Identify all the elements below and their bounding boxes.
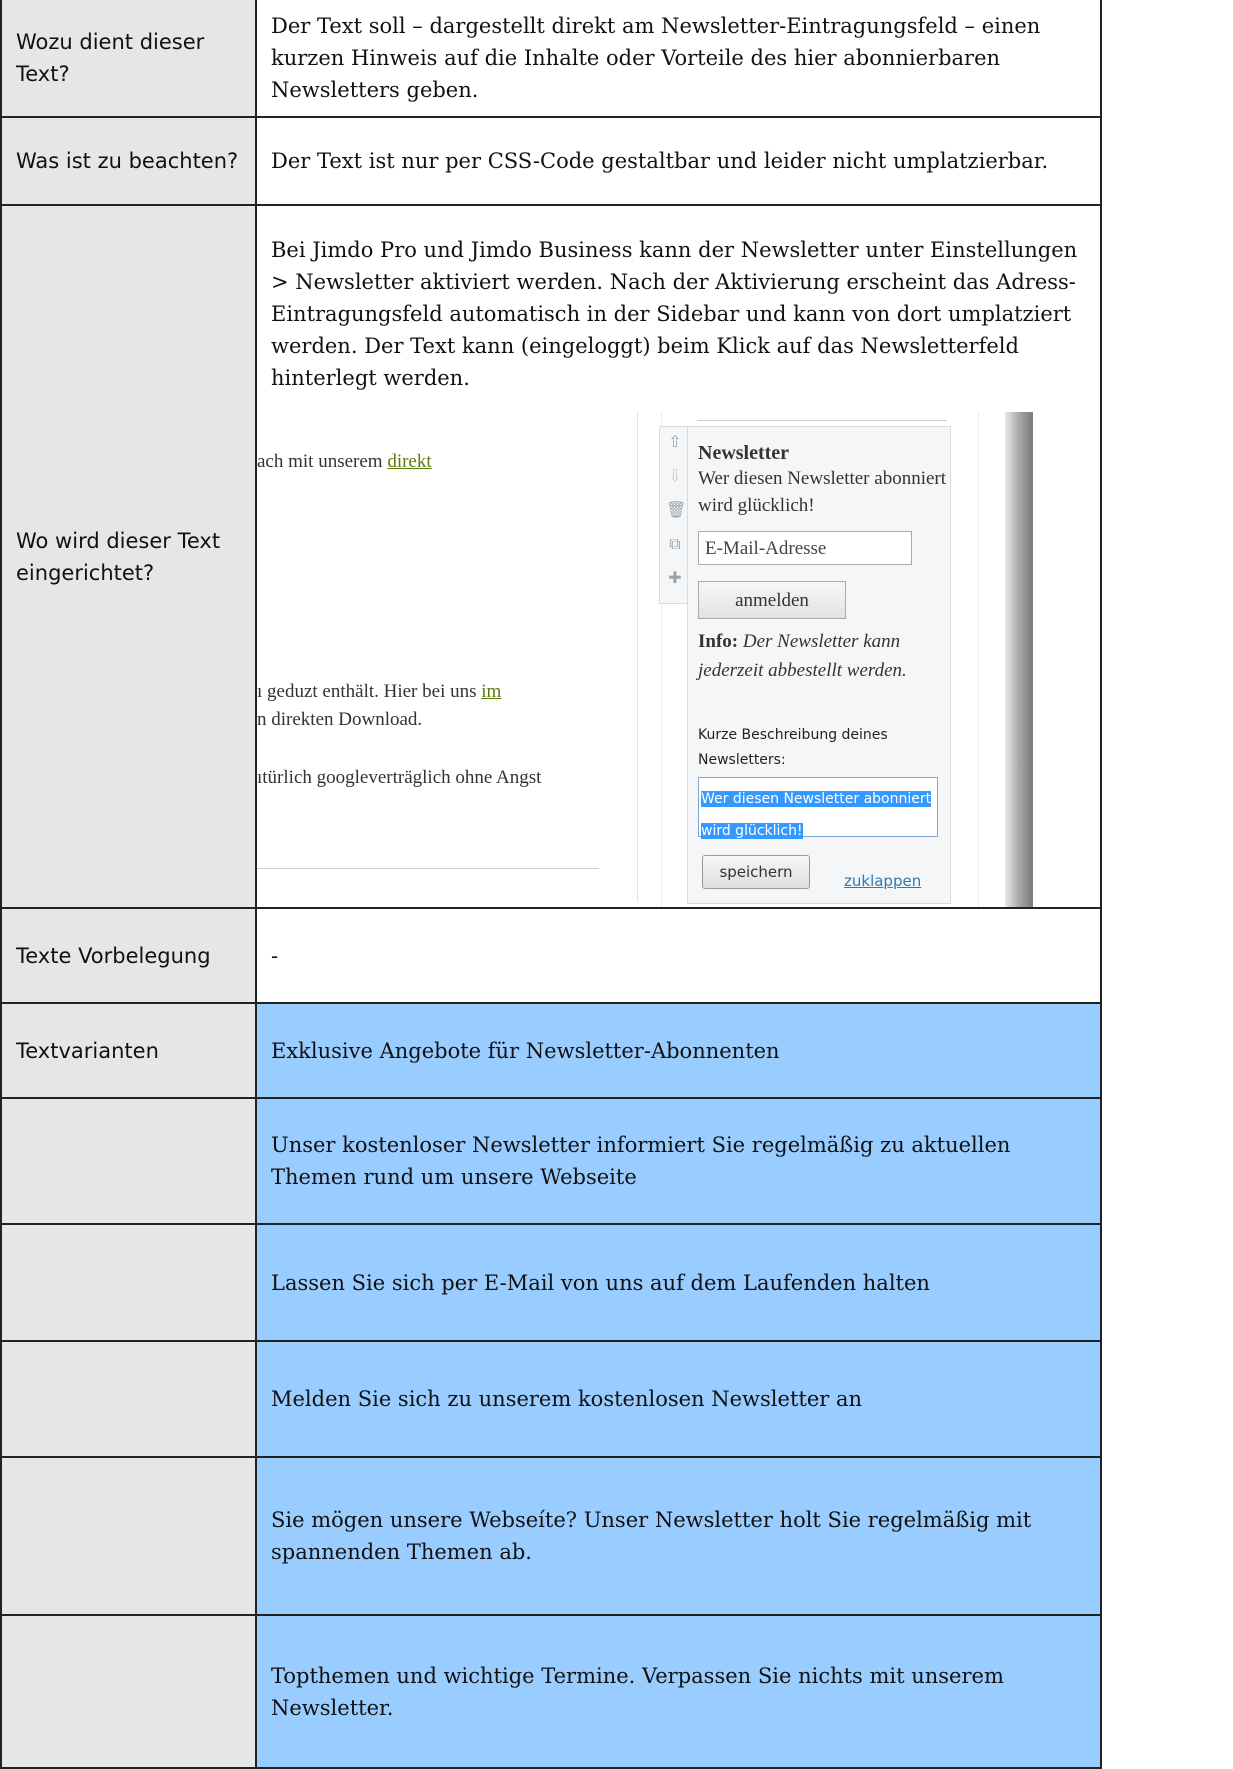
- row-value: Sie mögen unsere Webseíte? Unser Newslet…: [255, 1456, 1102, 1616]
- row-value-with-screenshot: Bei Jimdo Pro und Jimdo Business kann de…: [255, 204, 1102, 909]
- subscribe-button[interactable]: anmelden: [698, 581, 846, 619]
- row-value: Unser kostenloser Newsletter informiert …: [255, 1097, 1102, 1225]
- window-edge-shadow: [1005, 412, 1033, 906]
- info-table: Wozu dient dieser Text? Der Text soll – …: [0, 0, 1102, 1769]
- row-value: Der Text soll – dargestellt direkt am Ne…: [255, 0, 1102, 118]
- table-row: Textvarianten Exklusive Angebote für New…: [0, 1002, 1102, 1099]
- table-row: Was ist zu beachten? Der Text ist nur pe…: [0, 116, 1102, 206]
- short-description-textarea[interactable]: Wer diesen Newsletter abonniert wird glü…: [698, 777, 938, 839]
- table-row: Melden Sie sich zu unserem kostenlosen N…: [0, 1340, 1102, 1458]
- collapse-link[interactable]: zuklappen: [844, 865, 921, 897]
- page-content-area: ach mit unserem direkt ı geduzt enthält.…: [257, 412, 638, 902]
- table-row: Texte Vorbelegung -: [0, 907, 1102, 1004]
- row-value: Melden Sie sich zu unserem kostenlosen N…: [255, 1340, 1102, 1458]
- row-value: Topthemen und wichtige Termine. Verpasse…: [255, 1614, 1102, 1769]
- page-text-line: ach mit unserem direkt: [257, 450, 432, 474]
- row-label: [0, 1614, 257, 1769]
- table-row: Sie mögen unsere Webseíte? Unser Newslet…: [0, 1456, 1102, 1616]
- divider: [697, 420, 947, 421]
- row-label: [0, 1223, 257, 1342]
- page-text: ı geduzt enthält. Hier bei uns: [257, 681, 482, 702]
- info-text: Info: Der Newsletter kann jederzeit abbe…: [698, 627, 948, 685]
- row-label: [0, 1340, 257, 1458]
- arrow-up-icon[interactable]: ⇧: [666, 433, 684, 451]
- page-text-line: n direkten Download.: [257, 709, 423, 730]
- row-label: Wozu dient dieser Text?: [0, 0, 257, 118]
- divider: [258, 868, 599, 869]
- row-label: Textvarianten: [0, 1002, 257, 1099]
- row-value: -: [255, 907, 1102, 1004]
- table-row: Lassen Sie sich per E-Mail von uns auf d…: [0, 1223, 1102, 1342]
- email-input[interactable]: E-Mail-Adresse: [698, 531, 912, 565]
- page-text-line: ı geduzt enthält. Hier bei uns im: [257, 680, 501, 704]
- row-value: Der Text ist nur per CSS-Code gestaltbar…: [255, 116, 1102, 206]
- newsletter-widget: Newsletter Wer diesen Newsletter abonnie…: [687, 426, 951, 904]
- row-label: [0, 1097, 257, 1225]
- newsletter-screenshot: ach mit unserem direkt ı geduzt enthält.…: [257, 412, 1067, 906]
- page-text: ach mit unserem: [257, 451, 388, 472]
- short-description-label: Kurze Beschreibung deines Newsletters:: [698, 727, 888, 768]
- page-link[interactable]: direkt: [387, 451, 431, 472]
- row-value: Bei Jimdo Pro und Jimdo Business kann de…: [271, 238, 1078, 390]
- row-label: Texte Vorbelegung: [0, 907, 257, 1004]
- row-label: Wo wird dieser Text eingerichtet?: [0, 204, 257, 909]
- trash-icon[interactable]: 🗑: [666, 501, 686, 519]
- row-value: Lassen Sie sich per E-Mail von uns auf d…: [255, 1223, 1102, 1342]
- arrow-down-icon[interactable]: ⇩: [666, 467, 684, 485]
- table-row: Topthemen und wichtige Termine. Verpasse…: [0, 1614, 1102, 1769]
- row-label: Was ist zu beachten?: [0, 116, 257, 206]
- row-value: Exklusive Angebote für Newsletter-Abonne…: [255, 1002, 1102, 1099]
- table-row: Wo wird dieser Text eingerichtet? Bei Ji…: [0, 204, 1102, 909]
- info-label: Info:: [698, 631, 739, 652]
- table-row: Unser kostenloser Newsletter informiert …: [0, 1097, 1102, 1225]
- table-row: Wozu dient dieser Text? Der Text soll – …: [0, 0, 1102, 118]
- module-toolbar: ⇧ ⇩ 🗑 ⧉ ✚: [659, 426, 688, 604]
- textarea-value: Wer diesen Newsletter abonniert wird glü…: [701, 791, 932, 839]
- page-text-line: ıtürlich googleverträglich ohne Angst: [257, 767, 542, 788]
- widget-description: Wer diesen Newsletter abonniert wird glü…: [698, 468, 947, 516]
- page-link[interactable]: im: [481, 681, 501, 702]
- add-icon[interactable]: ✚: [666, 569, 684, 587]
- save-button[interactable]: speichern: [702, 855, 810, 889]
- copy-icon[interactable]: ⧉: [666, 535, 684, 553]
- row-label: [0, 1456, 257, 1616]
